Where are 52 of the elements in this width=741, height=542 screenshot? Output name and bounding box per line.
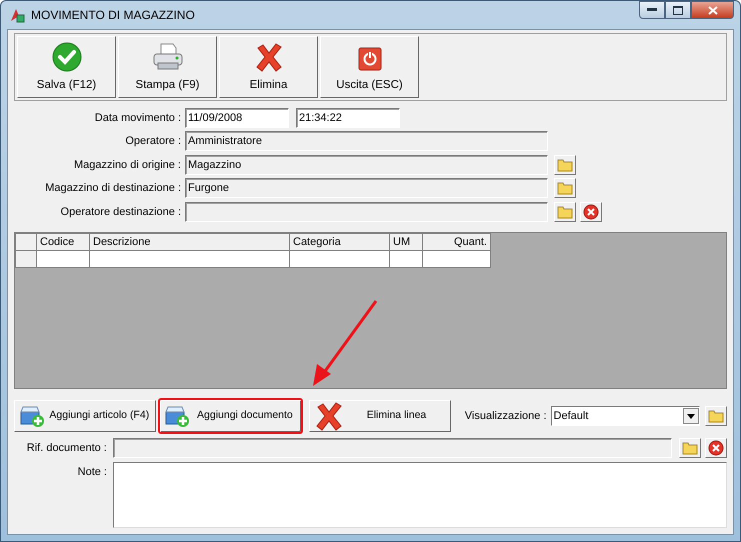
input-field[interactable]: Furgone (185, 178, 548, 198)
column-header: Codice (36, 233, 90, 250)
close-button[interactable] (691, 1, 734, 19)
column-header: Descrizione (90, 233, 290, 250)
caret-icon (683, 408, 700, 424)
power-icon (356, 46, 382, 72)
clear-button[interactable] (705, 438, 727, 458)
input-field[interactable] (185, 202, 548, 222)
toolbar-button[interactable]: Salva (F12) (17, 36, 116, 98)
cross-icon (314, 401, 344, 431)
maximize-icon (673, 6, 683, 14)
add-box-icon (19, 404, 45, 428)
clear-button[interactable] (580, 202, 602, 222)
printer-icon (152, 42, 184, 72)
field-label: Data movimento : (94, 110, 182, 126)
field-label: Operatore destinazione : (60, 204, 182, 220)
field-label: Magazzino di origine : (72, 158, 182, 172)
input-field[interactable]: Amministratore (185, 131, 548, 152)
add-box-icon (164, 404, 190, 428)
minimize-icon (647, 8, 657, 12)
folder-button[interactable] (679, 438, 702, 458)
maximize-button[interactable] (665, 1, 691, 19)
view-label: Visualizzazione : (464, 408, 547, 424)
app-icon (9, 7, 25, 23)
input-field[interactable]: Magazzino (185, 154, 548, 175)
check-icon (52, 42, 82, 72)
input-field[interactable]: 21:34:22 (296, 108, 400, 128)
input-field[interactable]: 11/09/2008 (185, 108, 289, 128)
field-label: Rif. documento : (26, 441, 108, 456)
window-title: MOVIMENTO DI MAGAZZINO (31, 7, 195, 24)
toolbar-button[interactable]: Elimina (219, 36, 318, 98)
toolbar-button[interactable]: Stampa (F9) (118, 36, 217, 98)
column-header: Categoria (290, 233, 390, 250)
folder-button[interactable] (554, 178, 576, 198)
notes-field[interactable] (113, 462, 727, 528)
column-header: Quant. (422, 233, 490, 250)
folder-button[interactable] (554, 202, 576, 222)
action-button[interactable]: Aggiungi documento (158, 398, 304, 434)
folder-button[interactable] (705, 406, 727, 426)
action-button[interactable]: Elimina linea (309, 400, 451, 432)
action-button[interactable]: Aggiungi articolo (F4) (14, 400, 156, 432)
close-icon (708, 6, 718, 14)
column-header: UM (390, 233, 422, 250)
view-dropdown[interactable]: Default (550, 406, 700, 426)
field-label: Note : (76, 465, 108, 480)
toolbar-button[interactable]: Uscita (ESC) (320, 36, 419, 98)
cross-icon (254, 42, 284, 72)
folder-button[interactable] (554, 154, 576, 175)
field-label: Magazzino di destinazione : (44, 181, 182, 196)
field-label: Operatore : (124, 134, 182, 149)
minimize-button[interactable] (639, 1, 665, 19)
input-field[interactable] (112, 438, 672, 458)
